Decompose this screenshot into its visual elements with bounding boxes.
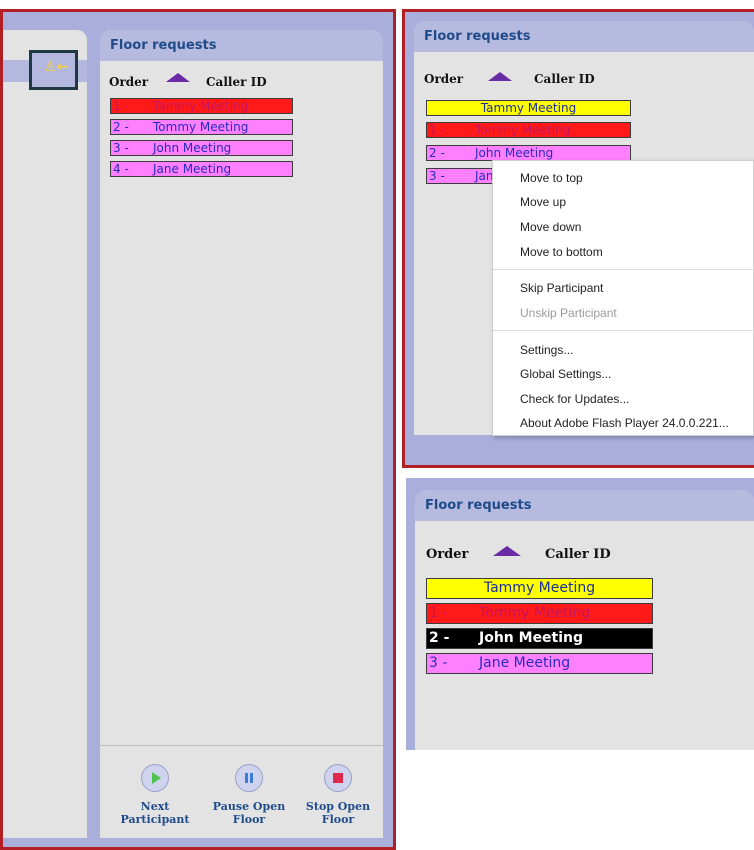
list-item[interactable]: 4 - Jane Meeting [110, 161, 293, 177]
menu-item-settings[interactable]: Settings... [520, 343, 573, 357]
sort-arrow-icon[interactable] [488, 72, 512, 81]
current-speaker-item[interactable]: Tammy Meeting [426, 578, 653, 599]
pause-open-floor-button[interactable]: Pause Open Floor [204, 764, 294, 826]
collapse-participants-button[interactable]: ♙← [29, 50, 78, 90]
menu-item-about[interactable]: About Adobe Flash Player 24.0.0.221... [520, 416, 729, 430]
menu-item-move-up[interactable]: Move up [520, 195, 566, 209]
panel-title: Floor requests [100, 30, 383, 61]
context-menu: Move to top Move up Move down Move to bo… [492, 160, 754, 436]
menu-item-skip-participant[interactable]: Skip Participant [520, 281, 603, 295]
pause-icon [235, 764, 263, 792]
floor-requests-panel-left: Floor requests [100, 30, 383, 745]
menu-item-check-updates[interactable]: Check for Updates... [520, 392, 629, 406]
stop-icon [324, 764, 352, 792]
list-item[interactable]: 3 - John Meeting [110, 140, 293, 156]
floor-control-toolbar: Next Participant Pause Open Floor Stop Ope… [100, 745, 383, 838]
list-item[interactable]: 3 - Jane Meeting [426, 653, 653, 674]
panel-title: Floor requests [415, 490, 754, 521]
participants-arrow-left-icon: ♙← [44, 59, 69, 75]
menu-item-unskip-participant: Unskip Participant [520, 306, 617, 320]
menu-separator [493, 330, 754, 331]
play-icon [141, 764, 169, 792]
selected-list-item[interactable]: 2 - John Meeting [426, 628, 653, 649]
caller-id-column-header[interactable]: Caller ID [545, 547, 611, 562]
menu-item-global-settings[interactable]: Global Settings... [520, 367, 611, 381]
list-item[interactable]: 2 - Tommy Meeting [110, 119, 293, 135]
stop-open-floor-button[interactable]: Stop Open Floor [293, 764, 383, 826]
menu-item-move-to-bottom[interactable]: Move to bottom [520, 245, 603, 259]
menu-separator [493, 269, 754, 270]
caller-id-column-header[interactable]: Caller ID [206, 75, 267, 89]
current-speaker-item[interactable]: Tammy Meeting [426, 100, 631, 116]
list-item[interactable]: 2 - John Meeting [426, 145, 631, 161]
order-column-header[interactable]: Order [424, 72, 463, 86]
list-item[interactable]: 1 - Tommy Meeting [426, 603, 653, 624]
participants-strip [3, 30, 87, 838]
next-participant-button[interactable]: Next Participant [110, 764, 200, 826]
menu-item-move-to-top[interactable]: Move to top [520, 171, 583, 185]
sort-arrow-icon[interactable] [493, 546, 521, 556]
panel-title: Floor requests [414, 21, 754, 52]
sort-arrow-icon[interactable] [166, 73, 190, 82]
order-column-header[interactable]: Order [426, 547, 468, 562]
caller-id-column-header[interactable]: Caller ID [534, 72, 595, 86]
menu-item-move-down[interactable]: Move down [520, 220, 581, 234]
list-item[interactable]: 1 - Tammy Meeting [110, 98, 293, 114]
list-item[interactable]: 1 - Tommy Meeting [426, 122, 631, 138]
order-column-header[interactable]: Order [109, 75, 148, 89]
